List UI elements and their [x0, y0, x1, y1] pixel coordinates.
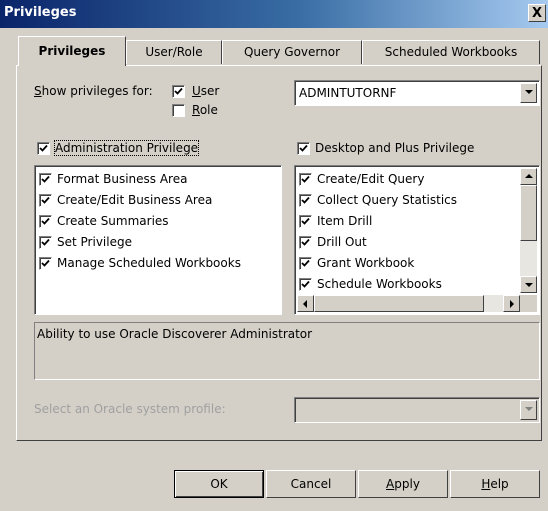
tab-scheduled-workbooks[interactable]: Scheduled Workbooks: [362, 40, 540, 64]
help-button[interactable]: Help: [450, 470, 540, 498]
create-summaries-checkbox[interactable]: [39, 215, 52, 228]
arrow-left-icon: [303, 300, 307, 308]
tab-user-role[interactable]: User/Role: [126, 40, 222, 64]
checkmark-icon: [301, 217, 310, 225]
checkmark-icon: [301, 259, 310, 267]
privileges-dialog: Privileges X User/Role Query Governor Sc…: [0, 0, 548, 511]
checkmark-icon: [174, 87, 183, 95]
create-edit-business-area-checkbox[interactable]: [39, 194, 52, 207]
close-icon[interactable]: X: [528, 4, 546, 22]
vertical-scroll-thumb[interactable]: [520, 185, 537, 241]
arrow-right-icon: [510, 300, 514, 308]
scroll-down-button[interactable]: [520, 276, 537, 293]
tab-privileges[interactable]: Privileges: [18, 36, 126, 66]
list-item-label: Manage Scheduled Workbooks: [57, 256, 241, 270]
horizontal-scroll-thumb[interactable]: [314, 295, 484, 312]
list-item-label: Set Privilege: [57, 235, 132, 249]
ok-button[interactable]: OK: [174, 470, 264, 498]
description-box: Ability to use Oracle Discoverer Adminis…: [34, 322, 540, 380]
format-business-area-checkbox[interactable]: [39, 173, 52, 186]
list-item-label: Create/Edit Query: [317, 172, 425, 186]
desktop-privilege-checkbox[interactable]: [297, 142, 310, 155]
system-profile-label: Select an Oracle system profile:: [34, 402, 226, 416]
grant-workbook-checkbox[interactable]: [299, 257, 312, 270]
user-select[interactable]: ADMINTUTORNF: [294, 80, 540, 106]
checkmark-icon: [301, 175, 310, 183]
list-item-label: Format Business Area: [57, 172, 188, 186]
list-item-label: Drill Out: [317, 235, 367, 249]
list-item-label: Collect Query Statistics: [317, 193, 458, 207]
admin-privilege-label[interactable]: Administration Privilege: [53, 140, 200, 156]
arrow-down-icon: [525, 283, 533, 287]
checkmark-icon: [41, 259, 50, 267]
checkmark-icon: [41, 217, 50, 225]
checkmark-icon: [41, 175, 50, 183]
scroll-up-button[interactable]: [520, 168, 537, 185]
arrow-up-icon: [525, 174, 533, 178]
desktop-privilege-label[interactable]: Desktop and Plus Privilege: [315, 141, 474, 155]
set-privilege-checkbox[interactable]: [39, 236, 52, 249]
collect-query-statistics-checkbox[interactable]: [299, 194, 312, 207]
scrollbar-corner: [520, 295, 537, 312]
checkmark-icon: [301, 196, 310, 204]
scroll-right-button[interactable]: [503, 295, 520, 312]
checkmark-icon: [41, 196, 50, 204]
checkmark-icon: [301, 280, 310, 288]
role-checkbox-label[interactable]: Role: [192, 103, 218, 117]
list-item-label: Item Drill: [317, 214, 373, 228]
system-profile-select[interactable]: [294, 397, 540, 423]
list-item-label: Create/Edit Business Area: [57, 193, 213, 207]
item-drill-checkbox[interactable]: [299, 215, 312, 228]
list-item-label: Create Summaries: [57, 214, 169, 228]
cancel-button[interactable]: Cancel: [266, 470, 356, 498]
list-item-label: Schedule Workbooks: [317, 277, 442, 291]
checkmark-icon: [301, 238, 310, 246]
schedule-workbooks-checkbox[interactable]: [299, 278, 312, 291]
description-text: Ability to use Oracle Discoverer Adminis…: [37, 327, 313, 341]
role-checkbox[interactable]: [172, 104, 185, 117]
window-title: Privileges: [4, 5, 77, 20]
list-item-label: Grant Workbook: [317, 256, 415, 270]
user-checkbox-label[interactable]: User: [192, 84, 219, 98]
admin-privilege-list[interactable]: Format Business Area Create/Edit Busines…: [34, 165, 282, 315]
manage-scheduled-workbooks-checkbox[interactable]: [39, 257, 52, 270]
scroll-left-button[interactable]: [297, 295, 314, 312]
show-privileges-label: Show privileges for:: [34, 84, 153, 98]
apply-button[interactable]: Apply: [358, 470, 448, 498]
user-select-value: ADMINTUTORNF: [299, 86, 397, 100]
chevron-down-icon: [525, 90, 533, 94]
chevron-down-icon: [525, 407, 533, 411]
checkmark-icon: [41, 238, 50, 246]
checkmark-icon: [39, 144, 48, 152]
tab-query-governor[interactable]: Query Governor: [222, 40, 362, 64]
user-checkbox[interactable]: [172, 85, 185, 98]
title-bar[interactable]: Privileges X: [0, 0, 548, 28]
system-profile-dropdown-button[interactable]: [520, 400, 537, 420]
user-select-dropdown-button[interactable]: [520, 83, 537, 103]
checkmark-icon: [299, 144, 308, 152]
create-edit-query-checkbox[interactable]: [299, 173, 312, 186]
desktop-privilege-list[interactable]: Create/Edit Query Collect Query Statisti…: [294, 165, 540, 315]
drill-out-checkbox[interactable]: [299, 236, 312, 249]
admin-privilege-checkbox[interactable]: [37, 142, 50, 155]
